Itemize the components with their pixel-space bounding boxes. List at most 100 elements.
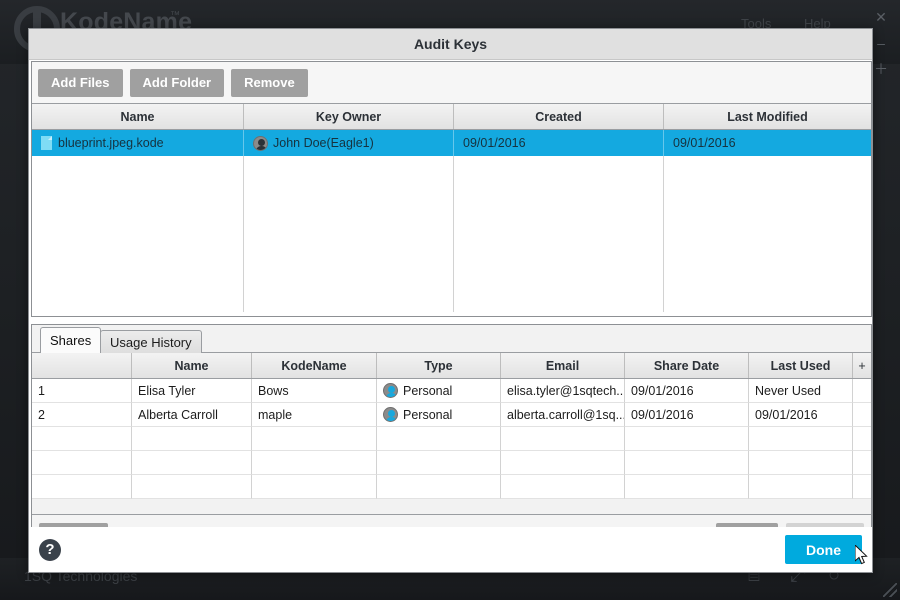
keys-empty-cell <box>664 156 871 182</box>
shares-cell-email: elisa.tyler@1sqtech... <box>501 379 625 403</box>
keys-empty-cell <box>664 208 871 234</box>
shares-type-label: Personal <box>403 383 453 398</box>
remove-button[interactable]: Remove <box>231 68 308 97</box>
shares-empty-cell <box>501 427 625 451</box>
keys-empty-cell <box>454 182 664 208</box>
shares-empty-cell <box>32 427 132 451</box>
shares-panel: Shares Usage History Name KodeName Type … <box>31 324 872 560</box>
shares-empty-cell <box>32 451 132 475</box>
add-files-button[interactable]: Add Files <box>38 68 123 97</box>
table-row[interactable]: 1 Elisa Tyler Bows Personal elisa.tyler@1sqt… <box>32 379 871 403</box>
keys-cell-last-modified: 09/01/2016 <box>673 136 736 150</box>
keys-empty-cell <box>32 286 244 312</box>
column-header-index[interactable] <box>32 353 132 378</box>
shares-empty-cell <box>625 451 749 475</box>
dialog-header: Audit Keys <box>29 29 872 60</box>
column-header-name[interactable]: Name <box>132 353 252 378</box>
keys-empty-row[interactable] <box>32 286 871 312</box>
column-header-created[interactable]: Created <box>454 104 664 129</box>
shares-cell-overflow <box>853 379 871 403</box>
column-header-share-date[interactable]: Share Date <box>625 353 749 378</box>
shares-empty-cell <box>377 427 501 451</box>
shares-empty-cell <box>749 427 853 451</box>
keys-empty-cell <box>244 208 454 234</box>
keys-empty-row[interactable] <box>32 234 871 260</box>
keys-empty-cell <box>454 156 664 182</box>
column-header-kodename[interactable]: KodeName <box>252 353 377 378</box>
shares-empty-cell <box>853 451 871 475</box>
table-row[interactable]: 2 Alberta Carroll maple Personal alberta.car… <box>32 403 871 427</box>
shares-empty-cell <box>501 451 625 475</box>
shares-empty-cell <box>749 475 853 499</box>
column-header-key-owner[interactable]: Key Owner <box>244 104 454 129</box>
column-header-email[interactable]: Email <box>501 353 625 378</box>
column-header-last-used[interactable]: Last Used <box>749 353 853 378</box>
keys-empty-cell <box>244 286 454 312</box>
keys-empty-cell <box>244 182 454 208</box>
shares-empty-cell <box>377 451 501 475</box>
add-folder-button[interactable]: Add Folder <box>129 68 225 97</box>
shares-empty-cell <box>377 475 501 499</box>
keys-empty-row[interactable] <box>32 208 871 234</box>
shares-empty-cell <box>625 475 749 499</box>
keys-empty-cell <box>244 260 454 286</box>
shares-empty-cell <box>32 475 132 499</box>
shares-cell-last-used: Never Used <box>749 379 853 403</box>
shares-empty-cell <box>625 427 749 451</box>
keys-empty-cell <box>32 156 244 182</box>
column-header-last-modified[interactable]: Last Modified <box>664 104 871 129</box>
keys-panel: Add Files Add Folder Remove Name Key Own… <box>31 61 872 317</box>
shares-cell-kodename: maple <box>252 403 377 427</box>
file-icon <box>41 136 52 150</box>
shares-empty-row[interactable] <box>32 427 871 451</box>
page-title: Audit Keys <box>413 36 488 52</box>
shares-empty-cell <box>252 427 377 451</box>
keys-empty-cell <box>32 208 244 234</box>
tab-usage-history[interactable]: Usage History <box>100 330 202 353</box>
keys-empty-row[interactable] <box>32 156 871 182</box>
table-row[interactable]: blueprint.jpeg.kode John Doe(Eagle1) 09/… <box>32 130 871 156</box>
resize-grip[interactable] <box>883 583 897 597</box>
shares-cell-kodename: Bows <box>252 379 377 403</box>
keys-empty-cell <box>454 234 664 260</box>
shares-cell-last-used: 09/01/2016 <box>749 403 853 427</box>
shares-cell-type: Personal <box>377 403 501 427</box>
keys-cell-key-owner: John Doe(Eagle1) <box>244 130 454 156</box>
keys-table-header: Name Key Owner Created Last Modified <box>32 103 871 130</box>
shares-empty-cell <box>252 451 377 475</box>
column-header-type[interactable]: Type <box>377 353 501 378</box>
shares-cell-type: Personal <box>377 379 501 403</box>
shares-cell-name: Alberta Carroll <box>132 403 252 427</box>
tab-shares[interactable]: Shares <box>40 327 102 353</box>
keys-empty-cell <box>664 260 871 286</box>
keys-empty-cell <box>454 260 664 286</box>
column-header-name[interactable]: Name <box>32 104 244 129</box>
keys-empty-cell <box>664 234 871 260</box>
keys-empty-cell <box>32 234 244 260</box>
keys-empty-cell <box>664 182 871 208</box>
audit-keys-dialog: Audit Keys Add Files Add Folder Remove N… <box>28 28 873 573</box>
shares-cell-overflow <box>853 403 871 427</box>
shares-empty-row[interactable] <box>32 451 871 475</box>
shares-cell-share-date: 09/01/2016 <box>625 379 749 403</box>
keys-empty-cell <box>664 286 871 312</box>
keys-empty-cell <box>454 286 664 312</box>
tabbar: Shares Usage History <box>32 325 871 353</box>
column-chooser-icon[interactable]: + <box>853 353 871 378</box>
avatar <box>253 135 268 151</box>
keys-table: Name Key Owner Created Last Modified blu… <box>32 103 871 316</box>
keys-cell-created: 09/01/2016 <box>454 130 664 156</box>
shares-empty-cell <box>132 451 252 475</box>
shares-empty-row[interactable] <box>32 475 871 499</box>
close-icon[interactable]: ✕ <box>868 4 894 30</box>
shares-cell-share-date: 09/01/2016 <box>625 403 749 427</box>
keys-toolbar: Add Files Add Folder Remove <box>32 62 871 103</box>
done-button[interactable]: Done <box>785 535 862 564</box>
shares-empty-cell <box>132 475 252 499</box>
keys-owner-label: John Doe(Eagle1) <box>273 136 374 150</box>
help-icon[interactable]: ? <box>39 538 61 561</box>
keys-cell-name: blueprint.jpeg.kode <box>32 130 244 156</box>
keys-empty-row[interactable] <box>32 182 871 208</box>
keys-empty-row[interactable] <box>32 260 871 286</box>
keys-empty-cell <box>32 182 244 208</box>
